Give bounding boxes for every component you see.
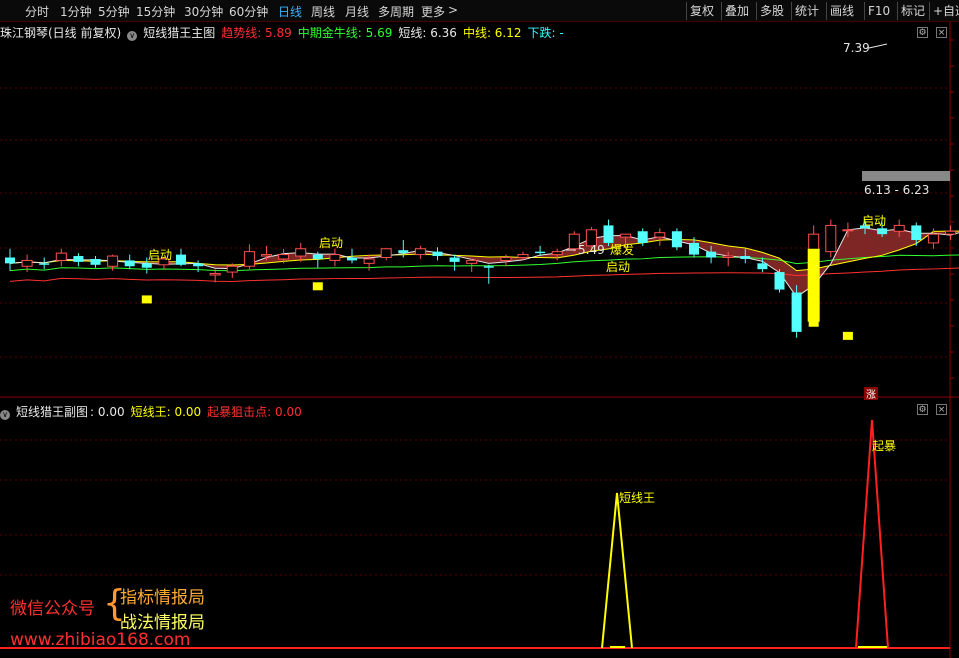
low-price-label: 5.49 [578,243,605,257]
rise-badge: 涨 [866,389,876,401]
start-label-3: 启动 [606,260,630,274]
start-label-4: 启动 [862,214,886,228]
kline-chart[interactable]: 启动启动启动启动爆发5.497.396.13 - 6.23涨短线王起暴 [0,0,959,658]
candle-down [689,242,699,255]
king-label: 短线王 [619,491,655,505]
start-marker [141,295,152,304]
candle-down [449,257,460,262]
website-url[interactable]: www.zhibiao168.com [10,630,190,650]
candle-down [757,263,768,270]
candle-down [911,225,922,240]
candle-up [414,248,426,256]
candle-down [398,250,409,254]
burst-candle [807,248,820,322]
candle-down [535,251,546,254]
candle-down [39,263,50,265]
candle-up [363,258,375,264]
wechat-label: 微信公众号 [10,599,95,619]
candle-up [21,259,33,267]
candle-up [722,255,734,258]
candle-down [877,228,888,235]
candle-down [124,260,135,267]
candle-down [483,266,494,268]
candle-up [825,224,837,253]
candle-up [842,229,854,232]
candle-up [107,255,119,267]
price-range-box [862,171,950,181]
start-marker [312,282,323,291]
candle-up [517,254,529,258]
sub-spike-0 [601,492,633,649]
candle-up [551,251,563,256]
candle-down [432,251,443,257]
candle-down [5,257,15,264]
candle-up [945,230,956,235]
candle-down [141,263,152,268]
surge-label: 起暴 [872,439,896,453]
candle-up [466,259,478,264]
candle-down [637,231,648,243]
candle-down [774,272,785,290]
candle-down [90,258,101,265]
burst-label: 爆发 [610,242,634,257]
price-range-label: 6.13 - 6.23 [864,183,929,197]
candle-down [603,225,614,243]
wechat-account-1: 指标情报局 [120,588,205,608]
sub-spike-1 [855,419,889,649]
candle-down [73,256,84,262]
candle-down [671,231,682,248]
candle-up [295,248,307,257]
candle-up [261,254,272,257]
candle-up [654,232,666,238]
candle-up [226,265,238,273]
candle-up [278,254,290,260]
candle-down [706,251,717,258]
high-price-label: 7.39 [843,41,870,55]
candle-up [927,233,939,244]
candle-down [176,254,186,265]
candle-down [347,257,357,261]
high-price-arrow [868,43,888,49]
start-label-2: 启动 [319,236,343,250]
candle-up [243,251,255,267]
candle-down [193,263,204,267]
candle-up [380,248,392,258]
candle-down [791,292,802,332]
candle-up [500,257,512,261]
candle-down [740,256,751,259]
candle-down [312,254,323,259]
start-marker [842,331,853,340]
candle-up [55,252,67,261]
candle-up [209,273,221,276]
candle-up [620,233,632,238]
candle-up [893,224,905,232]
candle-up [329,254,341,261]
start-label-1: 启动 [148,248,172,262]
